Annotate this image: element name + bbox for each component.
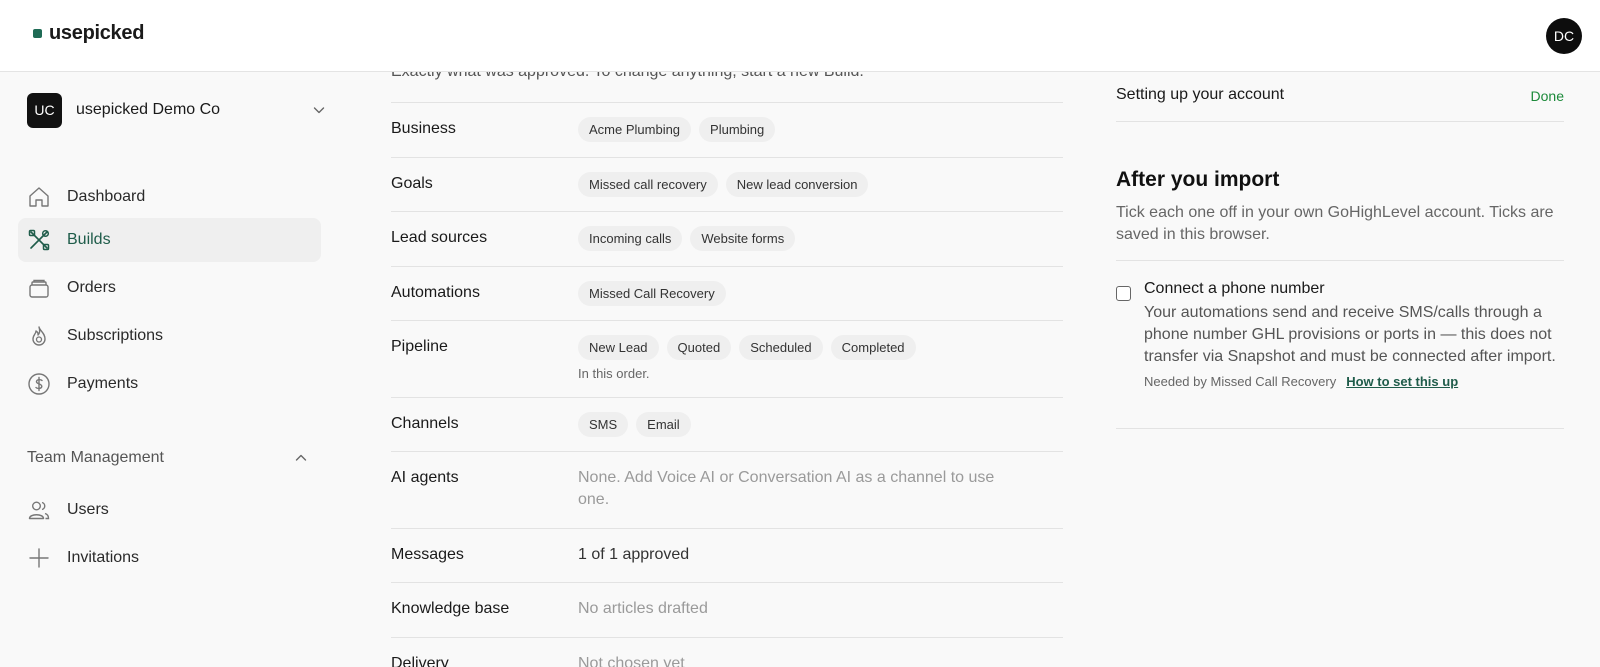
summary-row-delivery: Delivery Not chosen yet bbox=[391, 637, 1063, 667]
right-panel: Setting up your account Done After you i… bbox=[1116, 72, 1564, 667]
chip-group: Incoming calls Website forms bbox=[578, 226, 796, 251]
chip-group: Missed Call Recovery bbox=[578, 281, 726, 306]
summary-row-knowledge-base: Knowledge base No articles drafted bbox=[391, 582, 1063, 637]
summary-row-automations: Automations Missed Call Recovery bbox=[391, 266, 1063, 320]
tools-icon bbox=[27, 228, 51, 252]
logo[interactable]: usepicked bbox=[33, 22, 144, 45]
chip: Scheduled bbox=[739, 335, 823, 360]
divider bbox=[1116, 428, 1564, 429]
user-avatar[interactable]: DC bbox=[1546, 18, 1582, 54]
chip-group: Missed call recovery New lead conversion bbox=[578, 172, 869, 197]
summary-row-goals: Goals Missed call recovery New lead conv… bbox=[391, 157, 1063, 211]
sidebar: UC usepicked Demo Co Dashboard Builds Or… bbox=[0, 72, 345, 667]
logo-mark-icon bbox=[33, 29, 42, 38]
sidebar-item-payments[interactable]: Payments bbox=[18, 362, 321, 406]
sidebar-item-label: Subscriptions bbox=[67, 327, 164, 344]
sidebar-item-label: Payments bbox=[67, 375, 139, 392]
status-badge: Done bbox=[1530, 88, 1564, 104]
chip: Incoming calls bbox=[578, 226, 683, 251]
chip: New Lead bbox=[578, 335, 659, 360]
after-import-description: Tick each one off in your own GoHighLeve… bbox=[1116, 204, 1554, 243]
pipeline-value: New Lead Quoted Scheduled Completed In t… bbox=[578, 335, 916, 381]
sidebar-item-users[interactable]: Users bbox=[18, 488, 321, 532]
divider bbox=[1116, 121, 1564, 122]
divider bbox=[1116, 260, 1564, 261]
row-value-text: Not chosen yet bbox=[578, 655, 685, 667]
sidebar-item-dashboard[interactable]: Dashboard bbox=[18, 175, 321, 219]
summary-row-channels: Channels SMS Email bbox=[391, 397, 1063, 451]
chip: Website forms bbox=[690, 226, 796, 251]
row-value-text: 1 of 1 approved bbox=[578, 546, 690, 563]
stack-icon bbox=[27, 276, 51, 300]
task-needed-by: Needed by Missed Call Recovery bbox=[1144, 374, 1337, 389]
logo-text: usepicked bbox=[49, 22, 145, 44]
build-summary: Exactly what was approved. To change any… bbox=[391, 72, 1063, 667]
dollar-icon bbox=[27, 372, 51, 396]
team-management-toggle[interactable]: Team Management bbox=[27, 446, 309, 470]
row-label: Knowledge base bbox=[391, 600, 510, 617]
chevron-up-icon bbox=[295, 454, 307, 461]
summary-row-business: Business Acme Plumbing Plumbing bbox=[391, 102, 1063, 157]
summary-row-pipeline: Pipeline New Lead Quoted Scheduled Compl… bbox=[391, 320, 1063, 397]
chip-group: SMS Email bbox=[578, 412, 691, 437]
row-label: Delivery bbox=[391, 655, 449, 667]
task-checkbox[interactable] bbox=[1116, 286, 1131, 301]
sidebar-item-builds[interactable]: Builds bbox=[18, 218, 321, 262]
setup-label: Setting up your account bbox=[1116, 86, 1285, 103]
row-label: Lead sources bbox=[391, 229, 488, 246]
row-label: Messages bbox=[391, 546, 464, 563]
row-label: Business bbox=[391, 120, 456, 137]
row-value-text: No articles drafted bbox=[578, 600, 708, 617]
setup-status-row: Setting up your account Done bbox=[1116, 86, 1564, 122]
row-label: Pipeline bbox=[391, 338, 448, 355]
pipeline-order-note: In this order. bbox=[578, 366, 650, 381]
row-label: Channels bbox=[391, 415, 459, 432]
sidebar-item-label: Invitations bbox=[67, 549, 140, 566]
chip: SMS bbox=[578, 412, 629, 437]
sidebar-item-label: Builds bbox=[67, 231, 111, 248]
org-switcher[interactable]: UC usepicked Demo Co bbox=[27, 92, 327, 128]
top-bar: usepicked DC bbox=[0, 0, 1600, 72]
sidebar-item-orders[interactable]: Orders bbox=[18, 266, 321, 310]
chip-group: Acme Plumbing Plumbing bbox=[578, 117, 776, 142]
plus-icon bbox=[27, 546, 51, 570]
chip: Missed call recovery bbox=[578, 172, 718, 197]
row-label: Automations bbox=[391, 284, 480, 301]
row-value-text: None. Add Voice AI or Conversation AI as… bbox=[578, 469, 995, 508]
task-meta: Needed by Missed Call Recovery How to set… bbox=[1144, 374, 1564, 389]
users-icon bbox=[27, 498, 51, 522]
chip: Plumbing bbox=[699, 117, 776, 142]
chip: Completed bbox=[830, 335, 916, 360]
task-description: Your automations send and receive SMS/ca… bbox=[1144, 304, 1556, 365]
row-label: AI agents bbox=[391, 469, 459, 486]
sidebar-item-label: Orders bbox=[67, 279, 116, 296]
sidebar-item-label: Users bbox=[67, 501, 109, 518]
chevron-down-icon bbox=[313, 107, 325, 114]
chip: Quoted bbox=[666, 335, 732, 360]
sidebar-item-subscriptions[interactable]: Subscriptions bbox=[18, 314, 321, 358]
chip: Email bbox=[636, 412, 691, 437]
intro-text: Exactly what was approved. To change any… bbox=[391, 72, 864, 81]
row-label: Goals bbox=[391, 175, 433, 192]
task-body: Connect a phone number Your automations … bbox=[1144, 278, 1564, 389]
summary-row-ai-agents: AI agents None. Add Voice AI or Conversa… bbox=[391, 451, 1063, 528]
chip-group: New Lead Quoted Scheduled Completed bbox=[578, 335, 916, 360]
summary-row-lead-sources: Lead sources Incoming calls Website form… bbox=[391, 211, 1063, 266]
summary-row-messages: Messages 1 of 1 approved bbox=[391, 528, 1063, 582]
after-import-title: After you import bbox=[1116, 168, 1280, 191]
home-icon bbox=[27, 185, 51, 209]
how-to-setup-link[interactable]: How to set this up bbox=[1346, 374, 1458, 389]
chip: Acme Plumbing bbox=[578, 117, 692, 142]
sidebar-item-label: Dashboard bbox=[67, 188, 146, 205]
team-management-label: Team Management bbox=[27, 449, 164, 466]
sidebar-item-invitations[interactable]: Invitations bbox=[18, 536, 321, 580]
org-name: usepicked Demo Co bbox=[76, 101, 221, 118]
flame-icon bbox=[27, 324, 51, 348]
chip: Missed Call Recovery bbox=[578, 281, 726, 306]
org-avatar: UC bbox=[27, 92, 62, 128]
task-title: Connect a phone number bbox=[1144, 280, 1325, 297]
chip: New lead conversion bbox=[725, 172, 869, 197]
